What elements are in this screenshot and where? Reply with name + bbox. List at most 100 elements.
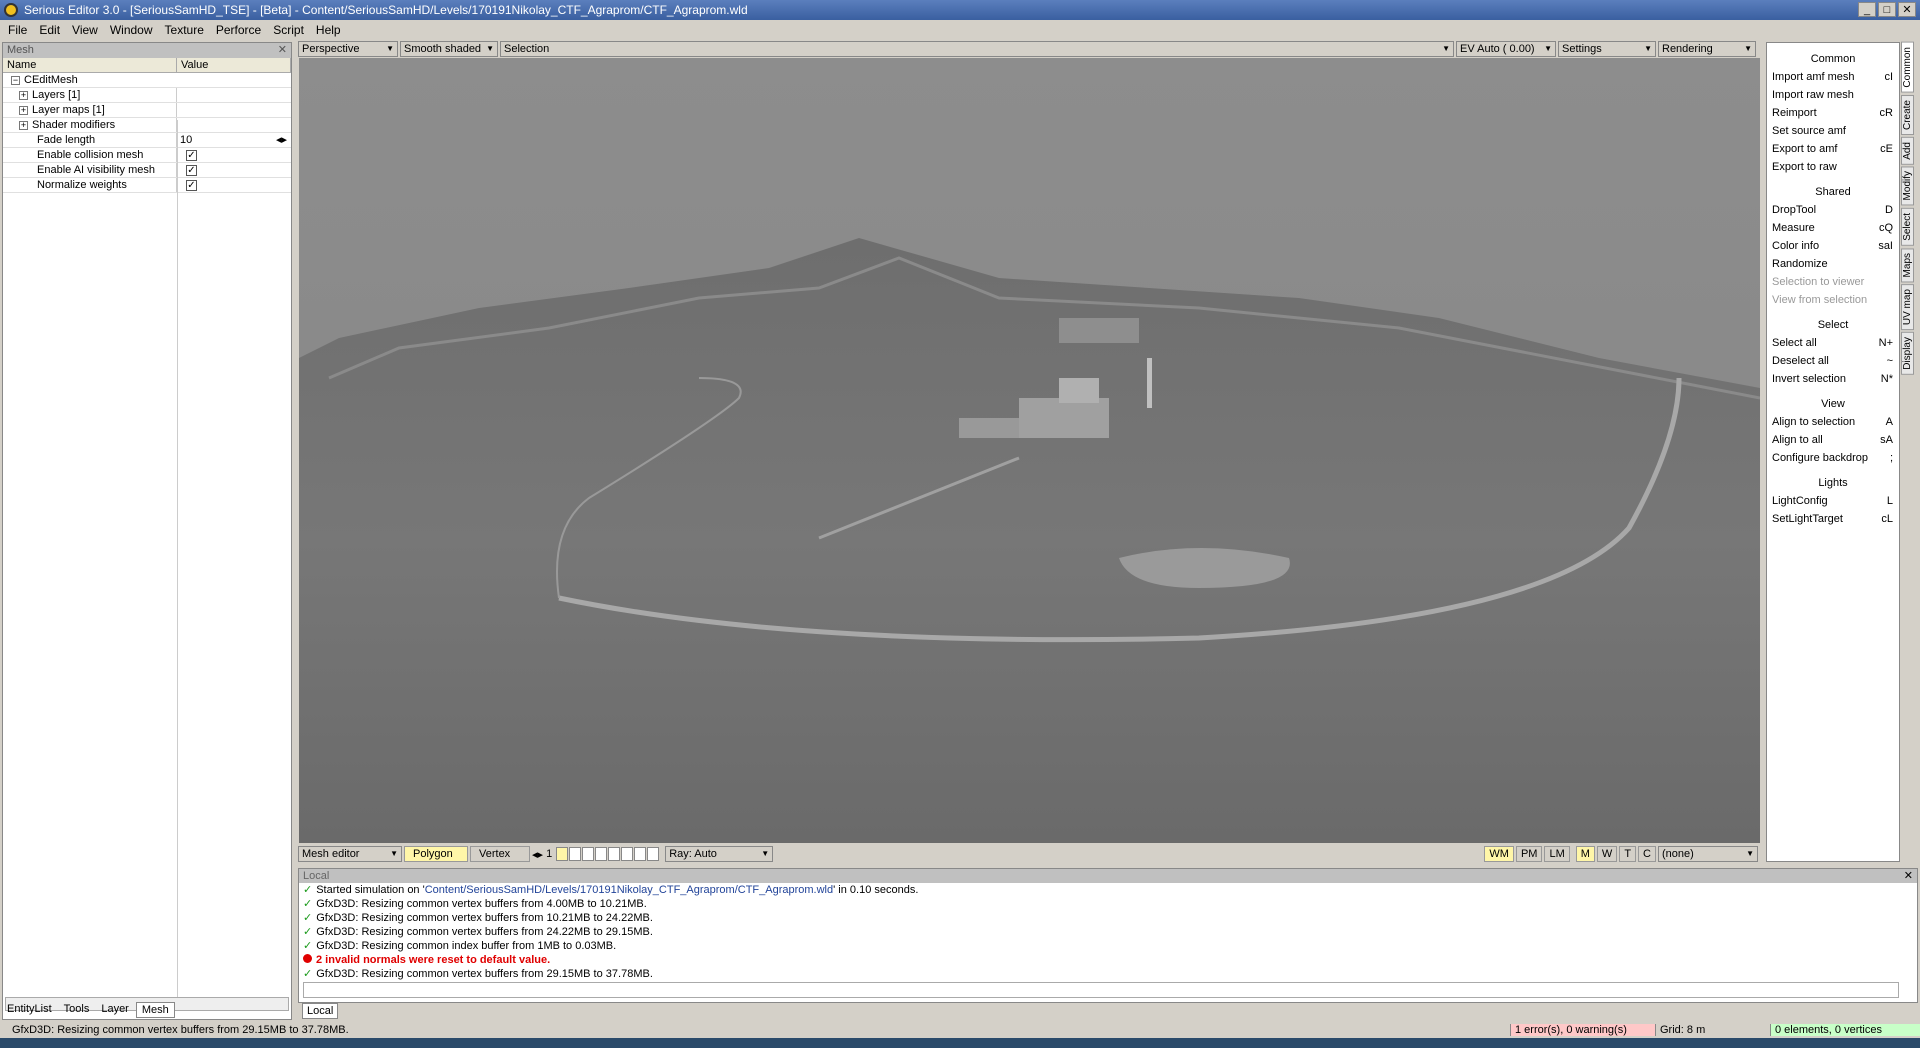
slot-button[interactable] [569,847,582,861]
target-dropdown[interactable]: (none) [1658,846,1758,862]
tool-action[interactable]: LightConfig L [1767,492,1899,510]
expand-icon[interactable]: + [19,105,28,115]
slot-button[interactable] [621,847,634,861]
vtab-uv-map[interactable]: UV map [1901,284,1914,331]
tool-action[interactable]: Deselect all ~ [1767,352,1899,370]
spinner-icon[interactable]: ◂▸ [276,133,287,147]
property-row-normalize[interactable]: Normalize weights ✓ [3,178,291,193]
tool-action[interactable]: Color info saI [1767,237,1899,255]
tool-action[interactable]: Measure cQ [1767,219,1899,237]
w-toggle[interactable]: W [1596,846,1618,862]
tool-action[interactable]: Set source amf [1767,122,1899,140]
vtab-common[interactable]: Common [1901,42,1914,93]
tool-action[interactable]: SetLightTarget cL [1767,510,1899,528]
tool-action[interactable]: DropTool D [1767,201,1899,219]
wm-toggle[interactable]: WM [1484,846,1514,862]
lm-toggle[interactable]: LM [1544,846,1570,862]
tool-label: Align to selection [1772,416,1856,428]
tab-mesh[interactable]: Mesh [135,1002,175,1018]
column-header-value[interactable]: Value [177,58,291,72]
property-row-ai-visibility[interactable]: Enable AI visibility mesh ✓ [3,163,291,178]
tool-action[interactable]: Configure backdrop; [1767,449,1899,467]
vtab-create[interactable]: Create [1901,94,1914,135]
slot-button[interactable] [634,847,647,861]
rendering-dropdown[interactable]: Rendering [1658,41,1756,57]
expand-icon[interactable]: + [19,120,28,130]
property-row-collision[interactable]: Enable collision mesh ✓ [3,148,291,163]
selection-dropdown[interactable]: Selection [500,41,1454,57]
console-input[interactable] [303,982,1899,998]
vertex-mode-button[interactable]: Vertex [470,846,530,862]
property-row-layers[interactable]: + Layers [1] [3,88,291,103]
menu-file[interactable]: File [8,23,27,37]
property-row-fade-length[interactable]: Fade length 10 ◂▸ [3,133,291,148]
panel-close-icon[interactable]: ✕ [278,43,287,58]
maximize-button[interactable]: □ [1878,2,1896,17]
projection-dropdown[interactable]: Perspective [298,41,398,57]
menu-help[interactable]: Help [316,23,341,37]
exposure-dropdown[interactable]: EV Auto ( 0.00) [1456,41,1556,57]
vtab-modify[interactable]: Modify [1901,166,1914,206]
normalize-weights-checkbox[interactable]: ✓ [186,179,197,191]
tool-label: View from selection [1772,294,1868,306]
tool-action[interactable]: Invert selection N* [1767,370,1899,388]
editor-mode-dropdown[interactable]: Mesh editor [298,846,402,862]
menu-edit[interactable]: Edit [39,23,60,37]
tab-entitylist[interactable]: EntityList [2,1002,57,1018]
tool-action[interactable]: Import amf mesh cI [1767,68,1899,86]
log-close-icon[interactable]: ✕ [1904,869,1913,883]
menu-perforce[interactable]: Perforce [216,23,261,37]
close-button[interactable]: ✕ [1898,2,1916,17]
polygon-mode-button[interactable]: Polygon [404,846,468,862]
column-header-name[interactable]: Name [3,58,177,72]
error-count-badge[interactable]: 1 error(s), 0 warning(s) [1510,1024,1655,1036]
menu-texture[interactable]: Texture [165,23,204,37]
tool-action[interactable]: Import raw mesh [1767,86,1899,104]
tool-action[interactable]: Export to raw [1767,158,1899,176]
vtab-add[interactable]: Add [1901,136,1914,165]
slot-button[interactable] [595,847,608,861]
tool-action[interactable]: Select all N+ [1767,334,1899,352]
ray-dropdown[interactable]: Ray: Auto [665,846,774,862]
next-icon[interactable]: ▸ [538,848,544,861]
tool-action[interactable]: Selection to viewer [1767,273,1899,291]
m-toggle[interactable]: M [1575,846,1595,862]
minimize-button[interactable]: _ [1858,2,1876,17]
tool-action[interactable]: Reimport cR [1767,104,1899,122]
slot-button[interactable] [647,847,660,861]
collision-mesh-checkbox[interactable]: ✓ [186,149,197,161]
settings-dropdown[interactable]: Settings [1558,41,1656,57]
vtab-display[interactable]: Display [1901,332,1914,376]
tool-action[interactable]: Export to amf cE [1767,140,1899,158]
property-row-shader-modifiers[interactable]: + Shader modifiers [3,118,291,133]
vtab-maps[interactable]: Maps [1901,247,1914,283]
menu-window[interactable]: Window [110,23,153,37]
vtab-select[interactable]: Select [1901,207,1914,246]
3d-viewport[interactable] [299,58,1760,843]
shading-dropdown[interactable]: Smooth shaded [400,41,498,57]
tool-action[interactable]: Randomize [1767,255,1899,273]
slot-button[interactable] [556,847,569,861]
tree-root-row[interactable]: − CEditMesh [3,73,291,88]
slot-button[interactable] [608,847,621,861]
tool-action[interactable]: View from selection [1767,291,1899,309]
ai-visibility-checkbox[interactable]: ✓ [186,164,197,176]
property-row-layer-maps[interactable]: + Layer maps [1] [3,103,291,118]
log-text: GfxD3D: Resizing common vertex buffers f… [316,926,653,938]
tab-local[interactable]: Local [302,1003,339,1019]
fade-length-input[interactable]: 10 [180,133,192,147]
expand-icon[interactable]: + [19,90,28,100]
c-toggle[interactable]: C [1638,846,1656,862]
tab-layer[interactable]: Layer [96,1002,134,1018]
slot-button[interactable] [582,847,595,861]
tab-tools[interactable]: Tools [59,1002,95,1018]
tool-action[interactable]: Align to selection A [1767,413,1899,431]
app-icon [4,3,18,17]
pm-toggle[interactable]: PM [1515,846,1543,862]
tool-action[interactable]: Align to all sA [1767,431,1899,449]
log-link[interactable]: Content/SeriousSamHD/Levels/170191Nikola… [425,884,833,896]
t-toggle[interactable]: T [1619,846,1637,862]
collapse-icon[interactable]: − [11,75,20,85]
menu-script[interactable]: Script [273,23,304,37]
menu-view[interactable]: View [72,23,98,37]
